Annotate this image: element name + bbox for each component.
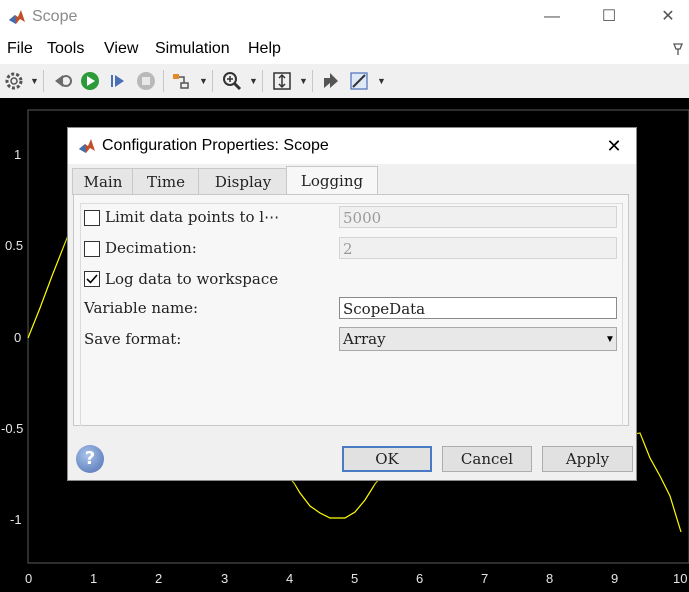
window-title: Scope — [32, 8, 78, 25]
tab-display[interactable]: Display — [198, 168, 288, 195]
limit-data-points-checkbox[interactable] — [84, 210, 100, 226]
tab-time[interactable]: Time — [132, 168, 200, 195]
menu-tools[interactable]: Tools — [47, 40, 84, 58]
log-to-workspace-checkbox[interactable] — [84, 271, 100, 287]
window-title-bar — [0, 0, 689, 34]
ok-button[interactable]: OK — [342, 446, 432, 472]
save-format-label: Save format: — [84, 330, 182, 348]
menu-simulation[interactable]: Simulation — [155, 40, 230, 58]
restore-view-icon[interactable] — [320, 70, 342, 92]
matlab-logo-icon — [79, 139, 95, 153]
save-format-value: Array — [343, 330, 386, 348]
minimize-button[interactable]: — — [537, 4, 567, 30]
matlab-logo-icon — [9, 10, 25, 24]
menu-view[interactable]: View — [104, 40, 138, 58]
menu-help[interactable]: Help — [248, 40, 281, 58]
zoom-dropdown-icon[interactable]: ▼ — [249, 76, 258, 86]
toolbar-separator — [312, 70, 313, 92]
toolbar-separator — [163, 70, 164, 92]
toolbar-separator — [43, 70, 44, 92]
y-tick-label: 0 — [14, 330, 22, 345]
x-tick-label: 5 — [351, 571, 359, 586]
maximize-button[interactable]: ☐ — [594, 4, 624, 30]
limit-data-points-field[interactable]: 5000 — [339, 206, 617, 228]
x-tick-label: 1 — [90, 571, 98, 586]
x-tick-label: 10 — [673, 571, 688, 586]
save-format-select[interactable]: Array — [339, 327, 617, 351]
toolbar — [0, 64, 689, 99]
y-tick-label: 1 — [14, 147, 22, 162]
gear-icon[interactable] — [3, 70, 25, 92]
highlight-dropdown-icon[interactable]: ▼ — [199, 76, 208, 86]
pin-icon[interactable] — [671, 42, 685, 56]
step-back-icon[interactable] — [51, 70, 73, 92]
menu-file[interactable]: File — [7, 40, 33, 58]
close-window-button[interactable]: ✕ — [653, 4, 683, 30]
y-tick-label: -0.5 — [1, 421, 24, 436]
x-tick-label: 7 — [481, 571, 489, 586]
x-tick-label: 6 — [416, 571, 424, 586]
cancel-button[interactable]: Cancel — [442, 446, 532, 472]
scale-axes-icon[interactable] — [271, 70, 293, 92]
x-tick-label: 4 — [286, 571, 294, 586]
x-tick-label: 8 — [546, 571, 554, 586]
toolbar-separator — [262, 70, 263, 92]
measurement-dropdown-icon[interactable]: ▼ — [377, 76, 386, 86]
tab-logging[interactable]: Logging — [286, 166, 378, 196]
logging-panel: Limit data points to l⋯ 5000 Decimation:… — [73, 194, 629, 426]
x-tick-label: 2 — [155, 571, 163, 586]
x-tick-label: 9 — [611, 571, 619, 586]
stop-icon[interactable] — [135, 70, 157, 92]
decimation-field[interactable]: 2 — [339, 237, 617, 259]
x-tick-label: 0 — [25, 571, 33, 586]
zoom-icon[interactable] — [221, 70, 243, 92]
chevron-down-icon[interactable]: ▼ — [605, 334, 615, 345]
variable-name-label: Variable name: — [84, 299, 199, 317]
scale-dropdown-icon[interactable]: ▼ — [299, 76, 308, 86]
dialog-title: Configuration Properties: Scope — [102, 137, 329, 154]
variable-name-field[interactable]: ScopeData — [339, 297, 617, 319]
y-tick-label: -1 — [10, 512, 22, 527]
help-button[interactable]: ? — [76, 445, 104, 473]
x-tick-label: 3 — [221, 571, 229, 586]
toolbar-separator — [212, 70, 213, 92]
tab-main[interactable]: Main — [72, 168, 134, 195]
decimation-label: Decimation: — [105, 239, 197, 257]
run-icon[interactable] — [79, 70, 101, 92]
highlight-block-icon[interactable] — [170, 70, 192, 92]
y-tick-label: 0.5 — [5, 238, 24, 253]
measurement-icon[interactable] — [348, 70, 370, 92]
checkmark-icon — [86, 274, 98, 284]
gear-dropdown-icon[interactable]: ▼ — [30, 76, 39, 86]
decimation-checkbox[interactable] — [84, 241, 100, 257]
configuration-dialog: Configuration Properties: Scope ✕ Main T… — [67, 127, 637, 481]
log-to-workspace-label: Log data to workspace — [105, 270, 279, 288]
step-forward-icon[interactable] — [107, 70, 129, 92]
dialog-close-button[interactable]: ✕ — [600, 134, 628, 158]
apply-button[interactable]: Apply — [542, 446, 633, 472]
limit-data-points-label: Limit data points to l⋯ — [105, 208, 280, 226]
